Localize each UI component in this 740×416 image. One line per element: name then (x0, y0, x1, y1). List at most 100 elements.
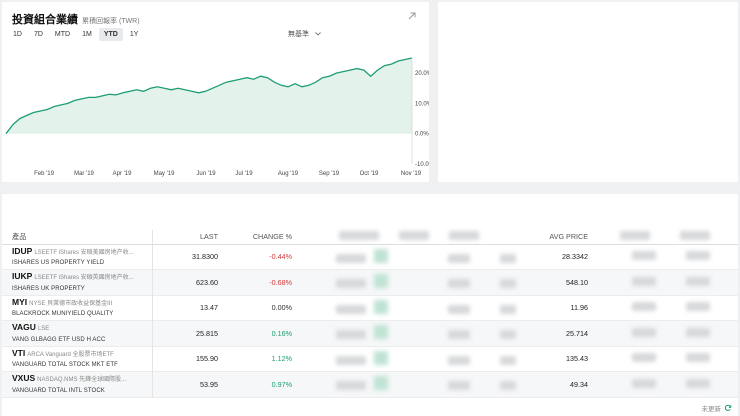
holding-row[interactable]: VTI ARCA Vanguard 全股票市场ETF VANGUARD TOTA… (2, 346, 738, 372)
holding-name: VANGUARD TOTAL INTL STOCK (12, 387, 105, 394)
holding-redacted-2 (592, 321, 738, 347)
range-1y[interactable]: 1Y (125, 28, 144, 41)
holding-exchange: ARCA Vanguard 全股票市场ETF (27, 351, 114, 358)
chart-x-tick-label: Apr '19 (113, 171, 132, 177)
holding-redacted-2 (592, 295, 738, 321)
holdings-card: 產品 LAST CHANGE % AVG PRICE IDUP LSEETF i… (2, 194, 738, 416)
performance-card: 投資組合業績 累積回報率 (TWR) 1D 7D MTD 1M YTD 1Y 無… (2, 2, 429, 182)
holding-name: VANG GLBAGG ETF USD H ACC (12, 336, 106, 343)
holding-row[interactable]: IDUP LSEETF iShares 安碩美國房地产收... ISHARES … (2, 244, 738, 270)
update-status: 未更新 (702, 403, 733, 413)
holding-exchange: LSE (37, 326, 50, 333)
holdings-table: 產品 LAST CHANGE % AVG PRICE IDUP LSEETF i… (2, 230, 738, 398)
holding-avg-price: 548.10 (566, 277, 588, 287)
holding-avg-price: 11.96 (570, 303, 588, 313)
col-header-redacted-2 (592, 230, 738, 245)
performance-title: 投資組合業績 (12, 14, 78, 26)
holding-exchange: LSEETF iShares 安碩英國房地产收... (34, 275, 134, 282)
holding-product-cell[interactable]: VAGU LSE VANG GLBAGG ETF USD H ACC (2, 320, 153, 346)
chart-x-tick-label: Jul '19 (235, 171, 253, 177)
col-header-avg-price[interactable]: AVG PRICE (521, 230, 592, 245)
holding-redacted (296, 346, 521, 372)
holding-last: 25.815 (196, 328, 218, 338)
holding-name: VANGUARD TOTAL STOCK MKT ETF (12, 362, 118, 369)
range-ytd[interactable]: YTD (98, 28, 123, 41)
performance-title-row: 投資組合業績 累積回報率 (TWR) (12, 11, 140, 27)
holding-redacted (296, 295, 521, 321)
holding-change: 0.97% (271, 379, 292, 389)
holding-row[interactable]: VXUS NASDAQ.NMS 先鋒全球國際股... VANGUARD TOTA… (2, 371, 738, 398)
holding-last: 53.95 (200, 379, 218, 389)
holding-last: 623.60 (196, 277, 218, 287)
holding-redacted-2 (592, 270, 738, 296)
chart-y-tick-label: 20.0% (415, 71, 429, 77)
holding-last: 155.90 (196, 354, 218, 364)
holding-change: -0.44% (269, 252, 292, 262)
holding-redacted-2 (592, 346, 738, 372)
holding-product-cell[interactable]: IDUP LSEETF iShares 安碩美國房地产收... ISHARES … (2, 244, 153, 270)
chart-x-tick-label: Oct '19 (360, 171, 379, 177)
chart-x-tick-label: May '19 (154, 171, 175, 177)
refresh-icon[interactable] (724, 404, 732, 412)
col-header-change[interactable]: CHANGE % (224, 230, 296, 245)
holdings-header-row: 產品 LAST CHANGE % AVG PRICE (2, 230, 738, 245)
range-selector: 1D 7D MTD 1M YTD 1Y (8, 28, 143, 41)
holding-change: 0.16% (271, 328, 292, 338)
chart-x-tick-label: Jun '19 (196, 171, 216, 177)
holding-redacted (296, 372, 521, 398)
holding-exchange: NYSE 貝萊德市政收益保基金III (29, 300, 113, 307)
holding-row[interactable]: VAGU LSE VANG GLBAGG ETF USD H ACC 25.81… (2, 320, 738, 347)
holding-symbol: VTI (12, 347, 26, 358)
holding-symbol: IUKP (12, 271, 33, 282)
holding-symbol: IDUP (12, 245, 33, 256)
chart-x-tick-label: Mar '19 (74, 171, 94, 177)
col-header-last[interactable]: LAST (152, 230, 224, 245)
range-1d[interactable]: 1D (8, 28, 27, 41)
chart-x-tick-label: Aug '19 (278, 171, 299, 177)
holding-name: BLACKROCK MUNIYIELD QUALITY (12, 311, 114, 318)
range-mtd[interactable]: MTD (50, 28, 75, 41)
chart-y-tick-label: 10.0% (415, 101, 429, 107)
holding-product-cell[interactable]: IUKP LSEETF iShares 安碩英國房地产收... ISHARES … (2, 269, 153, 295)
expand-arrow-icon[interactable] (407, 11, 417, 21)
holding-product-cell[interactable]: MYI NYSE 貝萊德市政收益保基金III BLACKROCK MUNIYIE… (2, 295, 153, 321)
chart-x-tick-label: Nov '19 (401, 171, 422, 177)
holding-change: -0.68% (269, 277, 292, 287)
holding-redacted-2 (592, 372, 738, 398)
holding-name: ISHARES UK PROPERTY (12, 285, 85, 292)
holding-last: 31.8300 (192, 252, 218, 262)
benchmark-label: 無基準 (288, 31, 309, 38)
holding-exchange: NASDAQ.NMS 先鋒全球國際股... (37, 377, 127, 384)
holding-avg-price: 49.34 (570, 379, 588, 389)
holding-avg-price: 135.43 (566, 354, 588, 364)
col-header-product[interactable]: 產品 (2, 230, 153, 245)
holding-redacted (296, 244, 521, 270)
holding-change: 1.12% (271, 354, 292, 364)
empty-panel (438, 2, 738, 182)
holding-symbol: VXUS (12, 373, 36, 384)
chart-y-tick-label: 0.0% (415, 132, 429, 138)
holding-redacted-2 (592, 244, 738, 270)
chart-y-tick-label: -10.0% (415, 162, 429, 168)
holding-symbol: MYI (12, 296, 28, 307)
holding-symbol: VAGU (12, 322, 36, 333)
holding-row[interactable]: IUKP LSEETF iShares 安碩英國房地产收... ISHARES … (2, 269, 738, 296)
holding-redacted (296, 321, 521, 347)
range-1m[interactable]: 1M (77, 28, 97, 41)
performance-chart: 20.0% 10.0% 0.0% -10.0% Feb '19 Mar '19 Apr '… (5, 57, 429, 177)
holding-redacted (296, 270, 521, 296)
chart-x-tick-label: Feb '19 (34, 171, 54, 177)
holding-avg-price: 28.3342 (562, 252, 588, 262)
chevron-down-icon (315, 32, 321, 36)
performance-subtitle: 累積回報率 (TWR) (82, 18, 140, 25)
holding-product-cell[interactable]: VTI ARCA Vanguard 全股票市场ETF VANGUARD TOTA… (2, 346, 153, 372)
holding-row[interactable]: MYI NYSE 貝萊德市政收益保基金III BLACKROCK MUNIYIE… (2, 295, 738, 321)
holding-exchange: LSEETF iShares 安碩美國房地产收... (34, 249, 134, 256)
holding-name: ISHARES US PROPERTY YIELD (12, 260, 105, 267)
holding-last: 13.47 (200, 303, 218, 313)
holding-change: 0.00% (271, 303, 292, 313)
range-7d[interactable]: 7D (29, 28, 48, 41)
benchmark-dropdown[interactable]: 無基準 (288, 29, 321, 39)
chart-x-tick-label: Sep '19 (319, 171, 340, 177)
holding-product-cell[interactable]: VXUS NASDAQ.NMS 先鋒全球國際股... VANGUARD TOTA… (2, 371, 153, 397)
